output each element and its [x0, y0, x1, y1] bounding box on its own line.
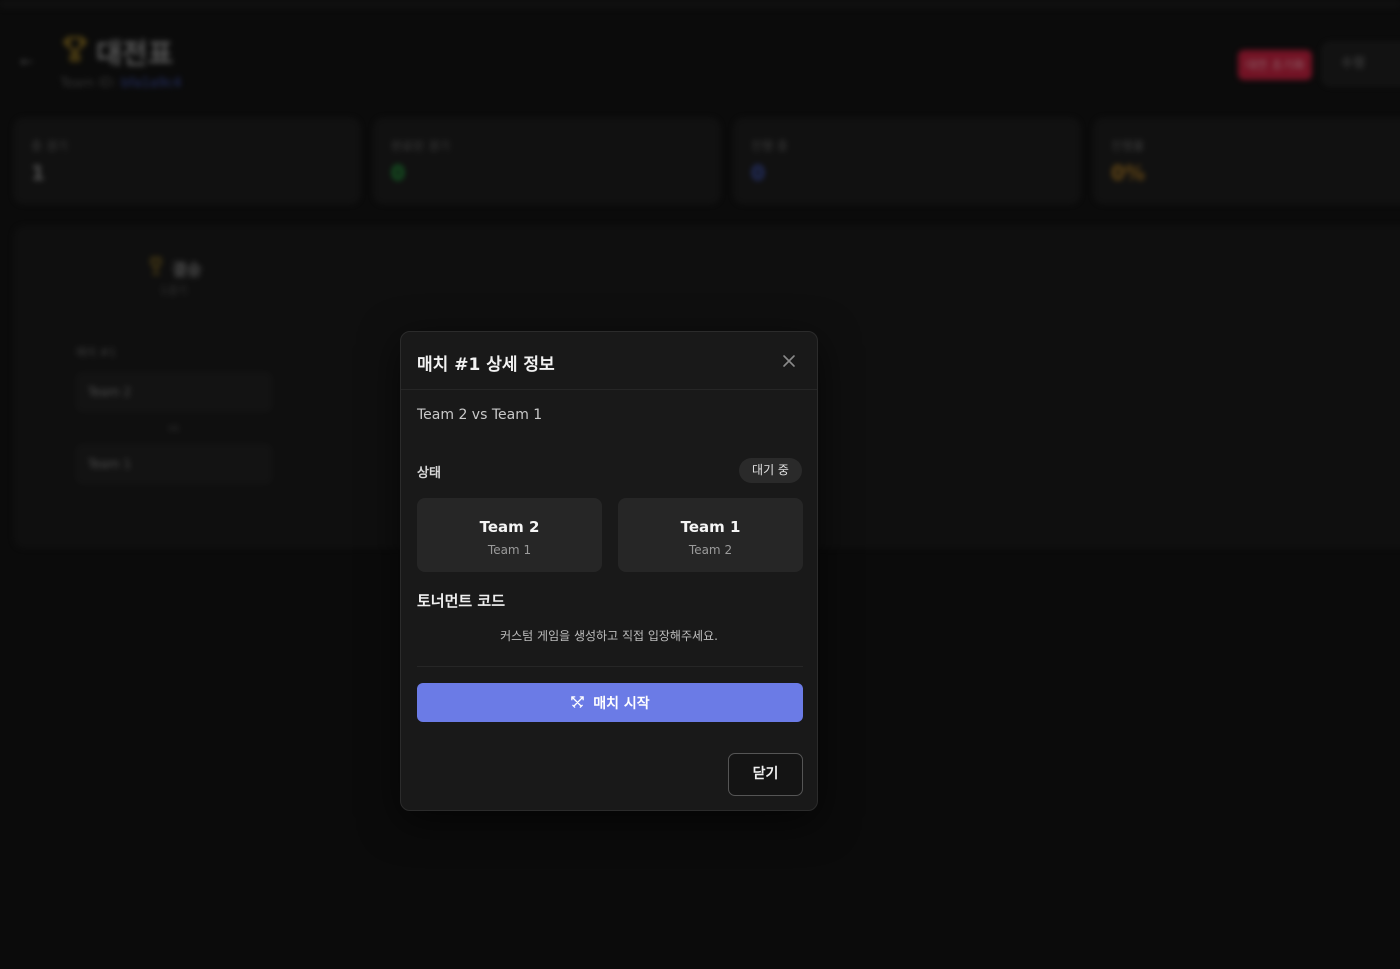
edit-button[interactable]: 수정: [1322, 42, 1400, 86]
stat-label: 진행 중: [751, 139, 788, 153]
stat-card-in-progress: 진행 중 0: [734, 118, 1080, 204]
stat-label: 총 경기: [31, 139, 68, 153]
bracket-team-slot[interactable]: Team 2: [76, 372, 272, 412]
reset-bracket-button[interactable]: 대전 초기화: [1238, 50, 1312, 80]
tournament-code-title: 토너먼트 코드: [417, 592, 506, 610]
stat-value: 1: [31, 161, 45, 185]
stat-value: 0: [391, 161, 405, 185]
trophy-icon: [63, 36, 87, 62]
status-badge: 대기 중: [739, 458, 802, 483]
stat-label: 진행률: [1111, 139, 1145, 153]
team-id-value[interactable]: bfa1a9c4: [121, 76, 182, 91]
status-label: 상태: [417, 466, 441, 481]
close-button[interactable]: [779, 351, 799, 371]
start-match-label: 매치 시작: [593, 695, 650, 712]
team-card-right: Team 1 Team 2: [618, 498, 803, 572]
final-trophy-icon: [151, 257, 161, 275]
team-id-label: Team ID:: [60, 76, 117, 91]
modal-title: 매치 #1 상세 정보: [417, 355, 555, 375]
final-title: 결승: [172, 260, 202, 279]
stat-card-progress: 진행률 0%: [1094, 118, 1400, 204]
bracket-vs: vs: [168, 423, 180, 434]
bracket-team-slot[interactable]: Team 1: [76, 444, 272, 484]
divider: [417, 666, 803, 667]
stat-value: 0: [751, 161, 765, 185]
round-label: 매치 #1: [76, 346, 116, 359]
team-subtitle: Team 2: [688, 543, 733, 557]
tournament-code-description: 커스텀 게임을 생성하고 직접 입장해주세요.: [500, 629, 718, 643]
team-id: Team ID: bfa1a9c4: [60, 76, 182, 91]
match-detail-modal: 매치 #1 상세 정보 Team 2 vs Team 1 상태 대기 중 Tea…: [400, 331, 818, 811]
stat-value: 0%: [1111, 161, 1145, 185]
team-name: Team 2: [479, 518, 540, 536]
matchup-text: Team 2 vs Team 1: [417, 407, 543, 423]
back-arrow-icon[interactable]: ←: [20, 52, 33, 71]
top-bar: [0, 0, 1400, 8]
start-match-button[interactable]: 매치 시작: [417, 683, 803, 722]
stat-label: 완료된 경기: [391, 139, 451, 153]
stat-card-total: 총 경기 1: [14, 118, 360, 204]
page-title: 대전표: [96, 37, 174, 70]
crossed-swords-icon: [571, 696, 585, 708]
close-icon: [783, 355, 795, 367]
team-name: Team 1: [680, 518, 741, 536]
team-card-left: Team 2 Team 1: [417, 498, 602, 572]
final-subtitle: 1경기: [160, 284, 188, 297]
close-footer-button[interactable]: 닫기: [728, 753, 803, 796]
modal-header: 매치 #1 상세 정보: [401, 332, 817, 390]
stat-card-completed: 완료된 경기 0: [374, 118, 720, 204]
team-subtitle: Team 1: [487, 543, 532, 557]
